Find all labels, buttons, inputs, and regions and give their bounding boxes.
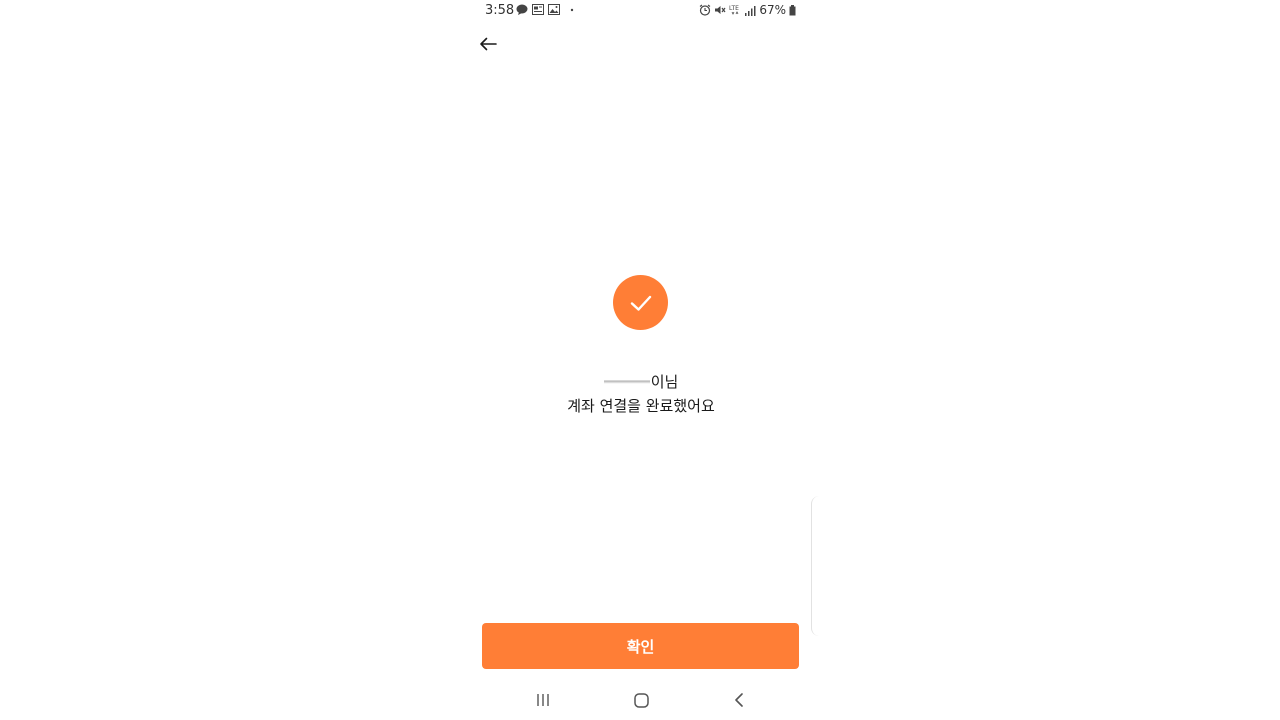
mute-icon xyxy=(714,4,726,16)
status-time: 3:58 xyxy=(485,3,515,18)
name-suffix: 이님 xyxy=(650,373,679,391)
arrow-left-icon xyxy=(480,37,497,51)
status-bar: 3:58 LTE 67% xyxy=(474,0,808,22)
lte-icon: LTE xyxy=(729,4,741,16)
home-icon xyxy=(633,692,649,708)
battery-percent: 67% xyxy=(759,3,786,17)
nav-back-button[interactable] xyxy=(724,688,754,712)
recent-apps-button[interactable] xyxy=(528,688,558,712)
redacted-name xyxy=(603,374,650,388)
battery-icon xyxy=(789,4,796,16)
status-left-icons xyxy=(516,4,574,15)
confirm-button[interactable]: 확인 xyxy=(482,623,799,669)
image-icon xyxy=(548,4,560,15)
user-name-line: 이님 xyxy=(474,370,808,394)
check-icon xyxy=(630,295,651,311)
home-button[interactable] xyxy=(626,688,656,712)
status-right: LTE 67% xyxy=(699,3,796,17)
back-button[interactable] xyxy=(474,30,502,58)
success-message: 이님 계좌 연결을 완료했어요 xyxy=(474,370,808,418)
back-icon xyxy=(735,693,743,707)
signal-icon xyxy=(744,5,756,16)
recent-apps-icon xyxy=(537,694,549,706)
edge-panel-handle[interactable] xyxy=(811,496,820,636)
alarm-icon xyxy=(699,4,711,16)
chat-bubble-icon xyxy=(516,4,528,15)
screen: 3:58 LTE 67% 이님 계좌 연결을 완료했어요 확인 xyxy=(0,0,1280,720)
dot-icon xyxy=(570,8,574,12)
svg-text:LTE: LTE xyxy=(729,5,739,12)
news-icon xyxy=(532,4,544,15)
nav-bar xyxy=(474,680,808,720)
success-check xyxy=(613,275,668,330)
completion-text: 계좌 연결을 완료했어요 xyxy=(567,397,715,415)
